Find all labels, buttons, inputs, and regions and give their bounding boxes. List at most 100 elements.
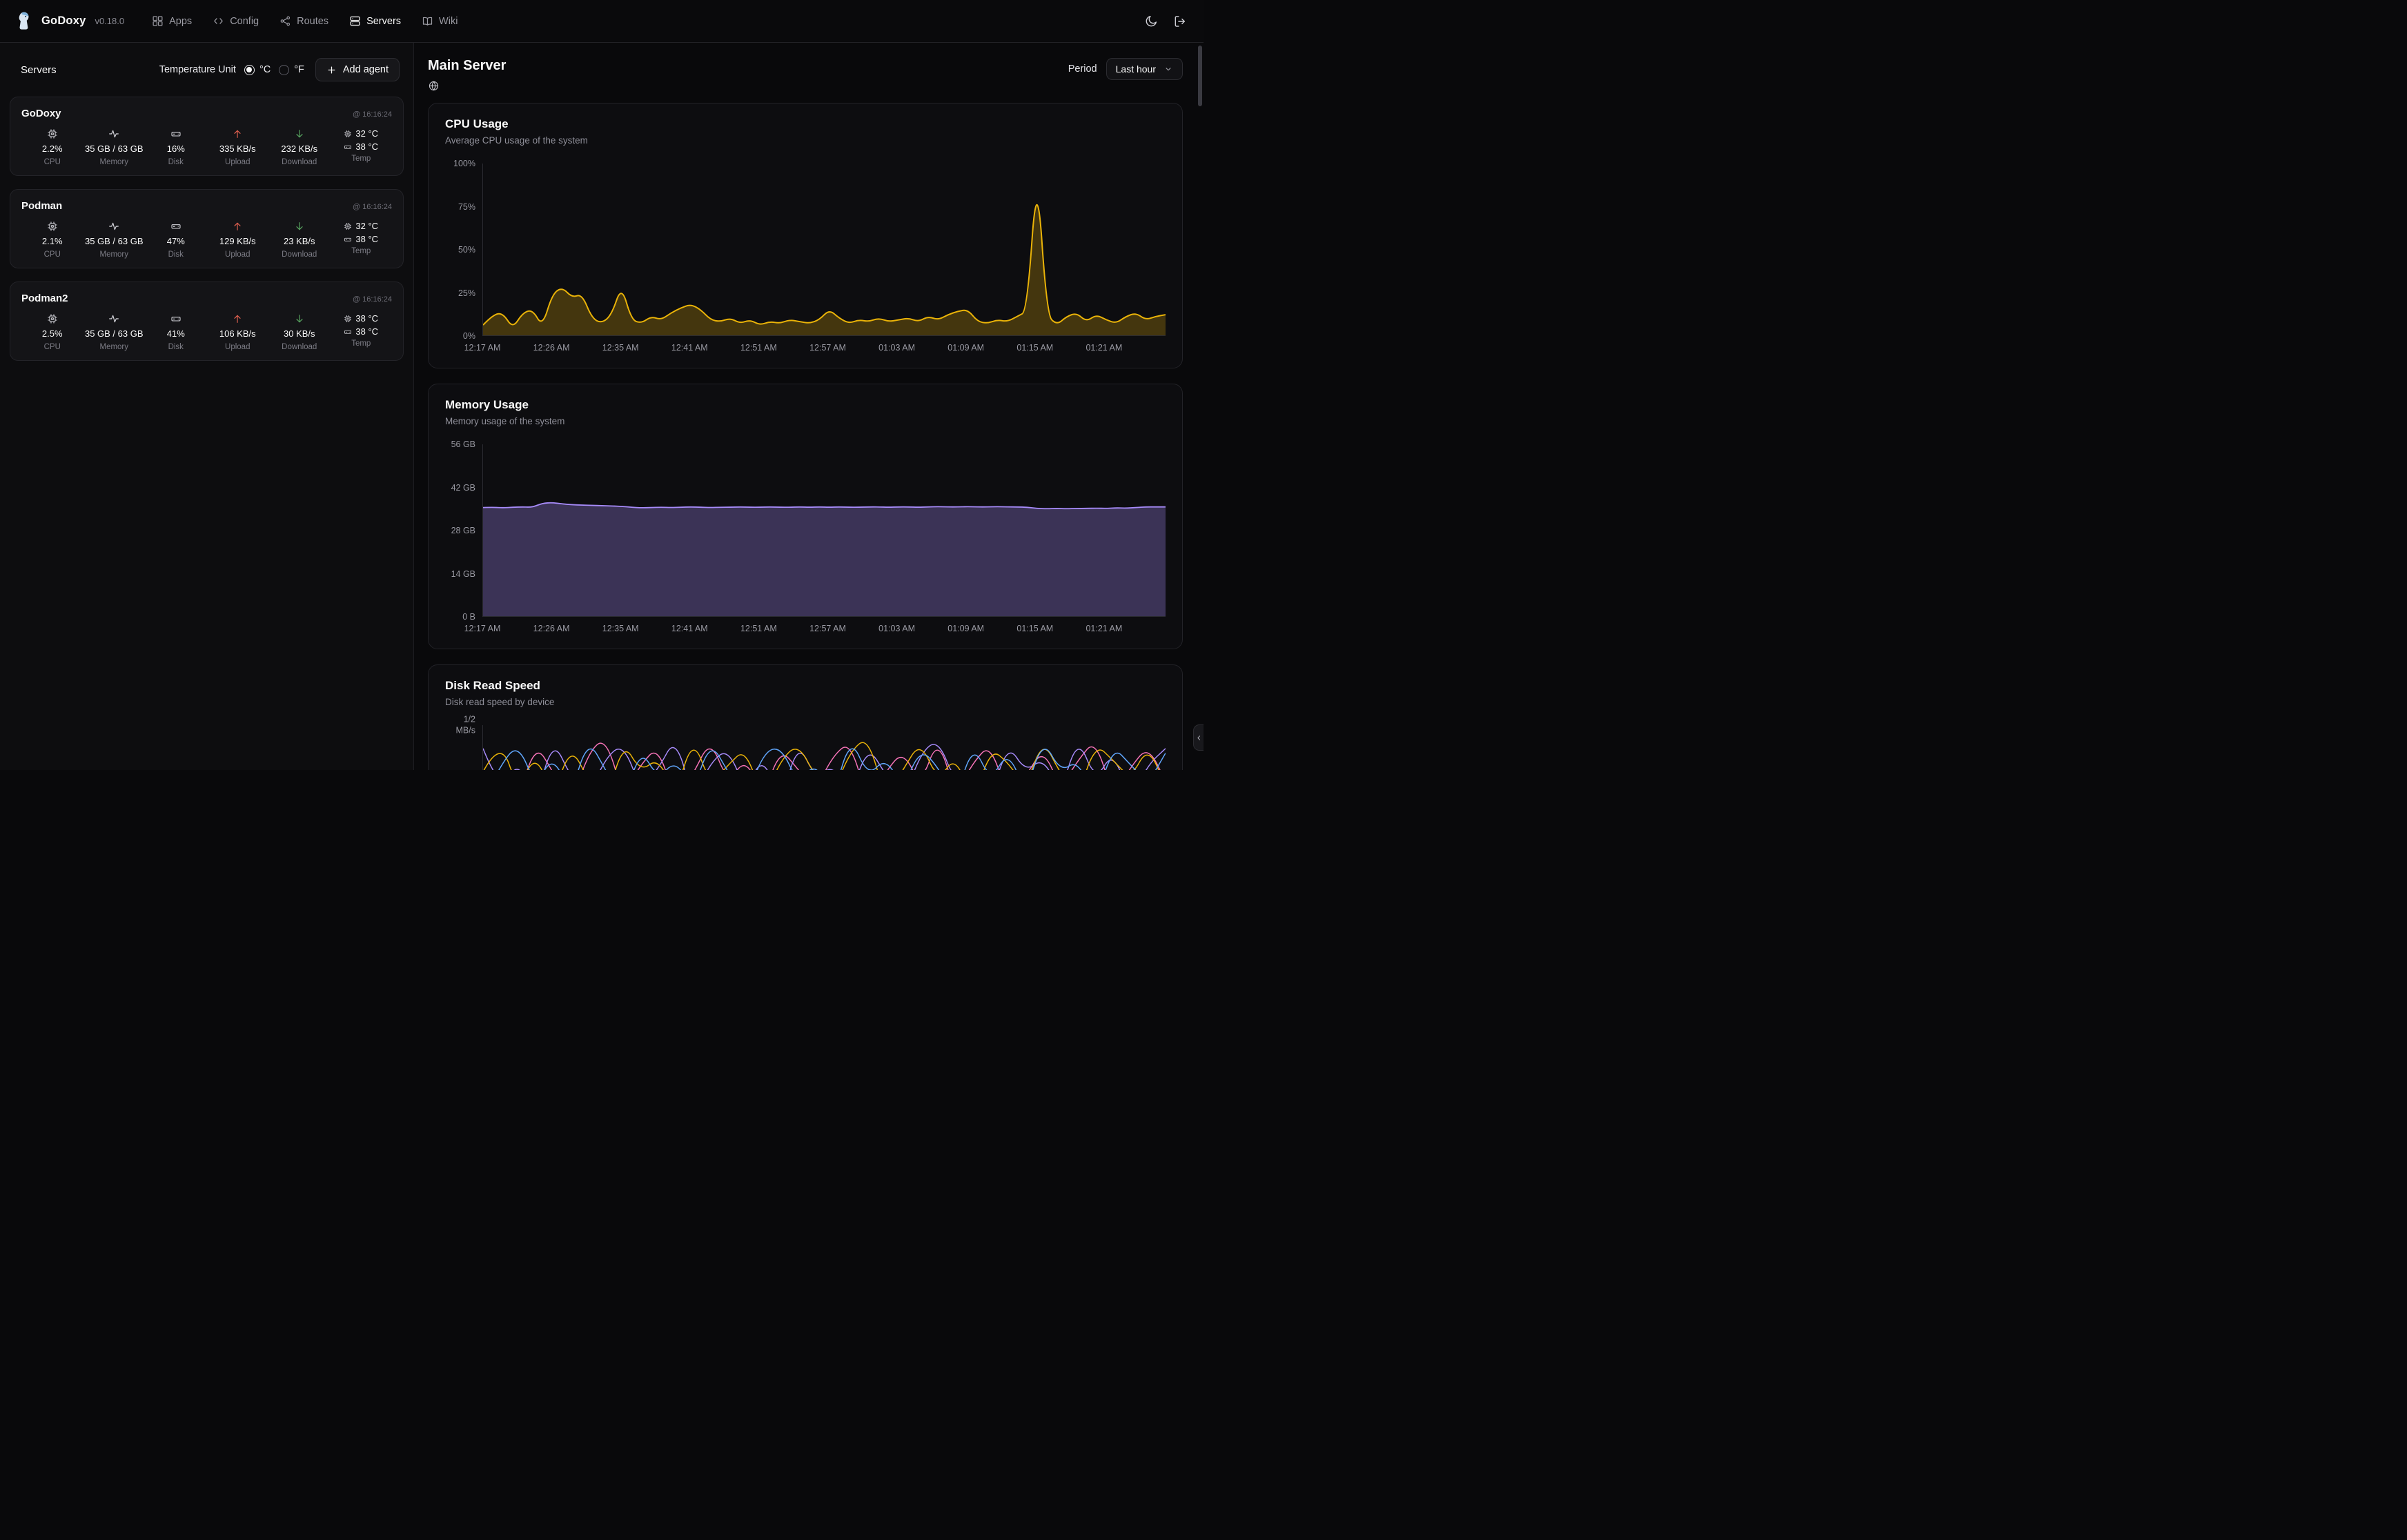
server-updated-time: @ 16:16:24 <box>353 203 392 211</box>
disk-label: Disk <box>168 158 184 166</box>
server-stats: 2.1% CPU 35 GB / 63 GB Memory 47% Disk 1… <box>21 221 392 259</box>
theme-toggle-button[interactable] <box>1144 14 1158 28</box>
plot-area <box>482 725 1166 770</box>
grid-icon <box>152 15 164 27</box>
chevron-down-icon <box>1163 64 1173 74</box>
servers-sidebar: Servers Temperature Unit °C °F Add agent <box>0 43 414 770</box>
upload-label: Upload <box>225 158 250 166</box>
stat-disk: 47% Disk <box>145 221 207 259</box>
radio-circle <box>279 65 289 75</box>
upload-arrow-icon <box>232 128 243 139</box>
disk-label: Disk <box>168 343 184 351</box>
chart-title: Disk Read Speed <box>445 679 1166 693</box>
page-scrollbar-thumb[interactable] <box>1198 46 1202 106</box>
plot-area <box>482 444 1166 617</box>
celsius-radio[interactable]: °C <box>244 64 271 75</box>
sidebar-title: Servers <box>21 64 57 76</box>
stat-cpu: 2.2% CPU <box>21 128 83 166</box>
stat-cpu: 2.5% CPU <box>21 313 83 351</box>
chart-subtitle: Average CPU usage of the system <box>445 135 1166 146</box>
moon-icon <box>1144 14 1158 28</box>
download-label: Download <box>282 250 317 259</box>
chart-title: CPU Usage <box>445 117 1166 131</box>
disk-value: 47% <box>167 236 185 246</box>
upload-value: 335 KB/s <box>219 144 256 154</box>
memory-label: Memory <box>99 343 128 351</box>
nav-item-wiki[interactable]: Wiki <box>413 10 466 32</box>
download-value: 23 KB/s <box>284 236 315 246</box>
stat-upload: 129 KB/s Upload <box>207 221 269 259</box>
chevron-left-icon <box>1195 733 1204 742</box>
stat-memory: 35 GB / 63 GB Memory <box>83 221 146 259</box>
server-updated-time: @ 16:16:24 <box>353 295 392 304</box>
x-axis-labels: 12:17 AM12:26 AM12:35 AM12:41 AM12:51 AM… <box>482 336 1166 358</box>
disk-value: 16% <box>167 144 185 154</box>
temperature-unit-group: Temperature Unit °C °F <box>159 64 304 75</box>
cpu-temp-value: 38 °C <box>355 313 378 324</box>
upload-arrow-icon <box>232 313 243 324</box>
chart-subtitle: Memory usage of the system <box>445 416 1166 426</box>
disk-temp-value: 38 °C <box>355 326 378 337</box>
download-label: Download <box>282 343 317 351</box>
period-label: Period <box>1068 63 1097 75</box>
nav-label: Wiki <box>439 16 458 27</box>
server-stats: 2.5% CPU 35 GB / 63 GB Memory 41% Disk 1… <box>21 313 392 351</box>
top-navbar: GoDoxy v0.18.0 Apps Config Routes Server… <box>0 0 1204 43</box>
app-version: v0.18.0 <box>95 16 124 26</box>
server-card-podman2[interactable]: Podman2 @ 16:16:24 2.5% CPU 35 GB / 63 G… <box>10 282 404 361</box>
routes-icon <box>279 15 291 27</box>
nav-label: Routes <box>297 16 328 27</box>
download-value: 232 KB/s <box>281 144 317 154</box>
temp-label: Temp <box>351 339 371 348</box>
period-select[interactable]: Last hour <box>1106 58 1183 80</box>
server-card-godoxy[interactable]: GoDoxy @ 16:16:24 2.2% CPU 35 GB / 63 GB… <box>10 97 404 176</box>
stat-disk: 41% Disk <box>145 313 207 351</box>
logout-button[interactable] <box>1173 14 1187 28</box>
plus-icon <box>326 65 337 75</box>
app-title: GoDoxy <box>41 14 86 28</box>
download-arrow-icon <box>294 128 305 139</box>
upload-label: Upload <box>225 250 250 259</box>
period-value: Last hour <box>1116 63 1156 75</box>
disk-icon <box>170 313 181 324</box>
nav-label: Apps <box>169 16 192 27</box>
disk-value: 41% <box>167 328 185 339</box>
server-card-podman[interactable]: Podman @ 16:16:24 2.1% CPU 35 GB / 63 GB… <box>10 189 404 268</box>
disk-icon <box>344 328 352 336</box>
page-title: Main Server <box>428 58 506 74</box>
cpu-chip-icon <box>47 221 58 232</box>
disk-label: Disk <box>168 250 184 259</box>
nav-item-servers[interactable]: Servers <box>341 10 409 32</box>
add-agent-button[interactable]: Add agent <box>315 58 400 81</box>
globe-icon[interactable] <box>428 80 440 92</box>
stat-memory: 35 GB / 63 GB Memory <box>83 128 146 166</box>
period-control: Period Last hour <box>1068 58 1183 80</box>
cpu-chip-icon <box>47 313 58 324</box>
fahrenheit-radio[interactable]: °F <box>279 64 304 75</box>
stat-cpu: 2.1% CPU <box>21 221 83 259</box>
servers-icon <box>349 15 361 27</box>
collapse-panel-handle[interactable] <box>1193 724 1204 751</box>
main-header: Main Server Period Last hour <box>428 58 1183 92</box>
memory-activity-icon <box>108 313 119 324</box>
nav-item-routes[interactable]: Routes <box>271 10 337 32</box>
memory-activity-icon <box>108 128 119 139</box>
chart-subtitle: Disk read speed by device <box>445 697 1166 707</box>
plot-area <box>482 164 1166 336</box>
temperature-unit-label: Temperature Unit <box>159 64 236 75</box>
download-label: Download <box>282 158 317 166</box>
celsius-label: °C <box>259 64 271 75</box>
download-arrow-icon <box>294 221 305 232</box>
upload-value: 129 KB/s <box>219 236 256 246</box>
download-value: 30 KB/s <box>284 328 315 339</box>
disk-icon <box>170 128 181 139</box>
stat-download: 30 KB/s Download <box>268 313 331 351</box>
cpu-temp-value: 32 °C <box>355 221 378 231</box>
chart-title: Memory Usage <box>445 398 1166 412</box>
cpu-usage-chart: 100%75%50%25%0% 12:17 AM12:26 AM12:35 AM… <box>445 164 1166 358</box>
disk-temp-value: 38 °C <box>355 234 378 244</box>
memory-usage-card: Memory Usage Memory usage of the system … <box>428 384 1183 649</box>
code-icon <box>213 15 224 27</box>
nav-item-apps[interactable]: Apps <box>144 10 200 32</box>
nav-item-config[interactable]: Config <box>204 10 267 32</box>
